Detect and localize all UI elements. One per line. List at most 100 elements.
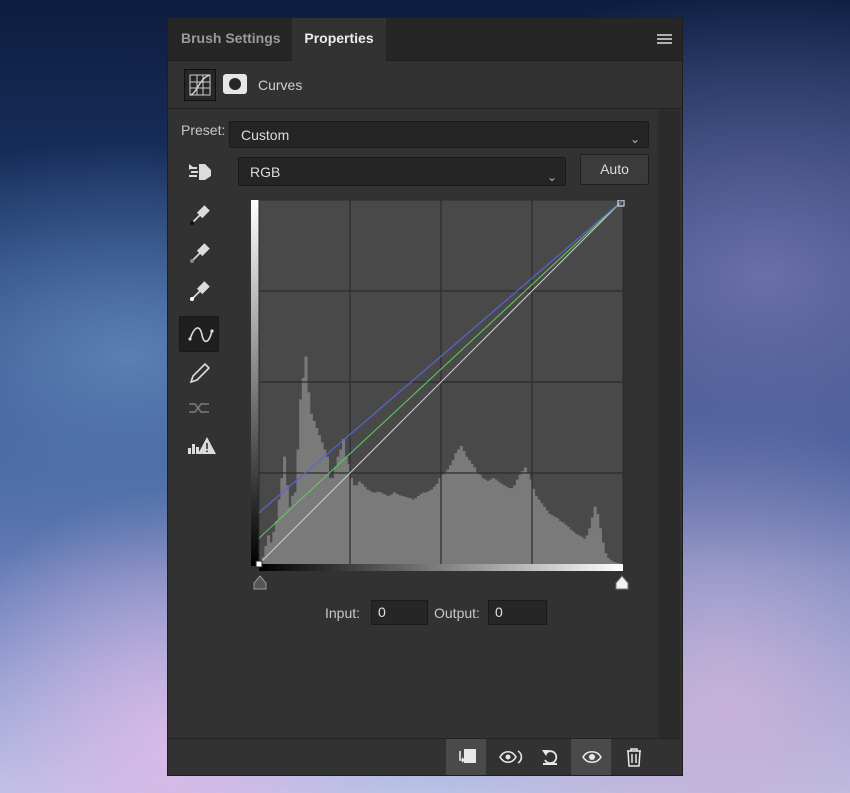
histogram-bar bbox=[523, 467, 528, 564]
histogram-bar bbox=[550, 515, 554, 564]
histogram-bar bbox=[387, 496, 391, 564]
histogram-bar bbox=[588, 528, 592, 564]
histogram-bar bbox=[467, 460, 471, 564]
histogram-bar bbox=[491, 478, 495, 564]
histogram-bar bbox=[315, 428, 319, 564]
histogram-bar bbox=[411, 499, 415, 564]
tab-brush-settings[interactable]: Brush Settings bbox=[168, 18, 294, 61]
histogram-bar bbox=[502, 485, 506, 564]
panel-menu-icon[interactable] bbox=[657, 34, 672, 46]
histogram-bar bbox=[612, 561, 616, 564]
preset-select[interactable]: Custom ⌄ bbox=[229, 121, 649, 148]
histogram-bar bbox=[414, 498, 418, 564]
histogram-bar bbox=[379, 492, 383, 564]
histogram-bar bbox=[510, 488, 514, 564]
histogram-bar bbox=[358, 481, 362, 564]
histogram-bar bbox=[582, 538, 586, 564]
histogram-bar bbox=[614, 562, 619, 564]
layer-mask-icon[interactable] bbox=[223, 74, 247, 94]
histogram-bar bbox=[406, 497, 410, 564]
black-point-handle[interactable] bbox=[255, 560, 263, 568]
histogram-bar bbox=[395, 493, 399, 564]
black-point-eyedropper-icon[interactable] bbox=[179, 196, 219, 232]
histogram-bar bbox=[489, 479, 493, 564]
histogram-bar bbox=[422, 492, 426, 564]
histogram-bar bbox=[526, 472, 530, 564]
histogram-bar bbox=[328, 478, 332, 564]
curves-graph[interactable] bbox=[251, 200, 626, 572]
histogram-bar bbox=[590, 517, 594, 564]
pencil-draw-icon[interactable] bbox=[179, 354, 219, 390]
white-input-slider[interactable] bbox=[614, 574, 634, 590]
histogram-bar bbox=[384, 495, 388, 564]
histogram-bar bbox=[363, 486, 367, 564]
histogram-bar bbox=[285, 485, 289, 564]
white-point-eyedropper-icon[interactable] bbox=[179, 272, 219, 308]
histogram-bar bbox=[301, 377, 305, 564]
curve-points-icon[interactable] bbox=[179, 316, 219, 352]
delete-trash-icon[interactable] bbox=[613, 739, 653, 775]
input-field[interactable]: 0 bbox=[371, 600, 428, 625]
histogram-bar bbox=[473, 467, 477, 564]
visibility-eye-icon[interactable] bbox=[571, 739, 611, 775]
histogram-bar bbox=[561, 522, 565, 564]
histogram-bar bbox=[368, 491, 372, 564]
histogram-bar bbox=[392, 492, 396, 564]
histogram-bar bbox=[585, 535, 589, 564]
histogram-bar bbox=[459, 445, 463, 564]
clipping-warning-icon[interactable] bbox=[179, 428, 219, 464]
histogram-bar bbox=[475, 472, 479, 564]
histogram-bar bbox=[556, 518, 560, 564]
histogram-bar bbox=[341, 438, 346, 564]
view-previous-state-icon[interactable] bbox=[488, 739, 528, 775]
chevron-down-icon: ⌄ bbox=[546, 170, 557, 184]
histogram-bar bbox=[435, 483, 439, 564]
histogram-bar bbox=[486, 481, 490, 564]
tab-properties[interactable]: Properties bbox=[292, 18, 386, 62]
histogram-bar bbox=[366, 489, 370, 564]
histogram-bar bbox=[601, 542, 605, 564]
histogram-bar bbox=[558, 521, 562, 564]
histogram-bar bbox=[617, 563, 621, 564]
histogram-bar bbox=[451, 460, 455, 564]
preset-label: Preset: bbox=[181, 122, 226, 138]
histogram-bar bbox=[419, 493, 423, 564]
histogram-bar bbox=[424, 492, 429, 564]
histogram-bar bbox=[416, 496, 420, 564]
input-gradient-bar bbox=[259, 564, 623, 571]
properties-panel: Brush Settings Properties Curves Preset:… bbox=[167, 17, 683, 776]
panel-scrollbar[interactable] bbox=[658, 110, 680, 740]
histogram-bar bbox=[564, 524, 568, 564]
histogram-bar bbox=[427, 491, 431, 564]
histogram-bar bbox=[604, 553, 608, 564]
reset-icon[interactable] bbox=[530, 739, 570, 775]
histogram-bar bbox=[457, 449, 461, 564]
histogram-bar bbox=[430, 489, 434, 564]
gray-point-eyedropper-icon[interactable] bbox=[179, 234, 219, 270]
curves-adjustment-icon[interactable] bbox=[184, 69, 216, 101]
black-input-slider[interactable] bbox=[252, 574, 272, 590]
histogram-bar bbox=[323, 449, 327, 564]
histogram-bar bbox=[483, 479, 487, 564]
auto-button[interactable]: Auto bbox=[580, 154, 649, 185]
histogram-bar bbox=[371, 492, 375, 564]
histogram-bar bbox=[609, 560, 613, 564]
histogram-bar bbox=[521, 470, 525, 564]
chevron-down-icon: ⌄ bbox=[629, 132, 640, 146]
histogram-bar bbox=[374, 492, 378, 564]
histogram-bar bbox=[280, 478, 284, 564]
histogram-bar bbox=[593, 506, 597, 564]
histogram-bar bbox=[577, 535, 581, 564]
on-image-adjust-icon[interactable] bbox=[179, 154, 219, 190]
histogram-bar bbox=[288, 506, 292, 564]
output-field[interactable]: 0 bbox=[488, 600, 547, 625]
histogram-bar bbox=[352, 485, 356, 564]
histogram-bar bbox=[470, 463, 474, 564]
histogram-bar bbox=[360, 483, 364, 564]
smooth-curve-icon bbox=[179, 390, 219, 426]
histogram-bar bbox=[267, 535, 271, 564]
histogram-bar bbox=[449, 465, 453, 564]
histogram-bar bbox=[606, 558, 611, 564]
channel-select[interactable]: RGB ⌄ bbox=[238, 157, 566, 186]
clip-to-layer-icon[interactable] bbox=[446, 739, 486, 775]
